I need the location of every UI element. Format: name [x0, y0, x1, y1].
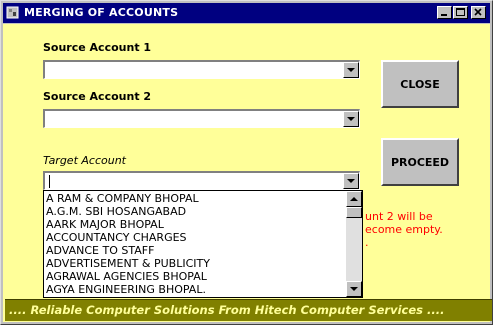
- source-account-1-label: Source Account 1: [43, 41, 152, 54]
- title-bar[interactable]: MERGING OF ACCOUNTS: [3, 3, 490, 23]
- app-icon: [6, 6, 19, 19]
- source-account-1-combo[interactable]: [43, 60, 360, 79]
- vertical-scrollbar[interactable]: [346, 191, 362, 297]
- source-account-2-label: Source Account 2: [43, 90, 152, 103]
- minimize-icon: [441, 14, 447, 16]
- form-area: Source Account 1 Source Account 2 Target…: [3, 24, 492, 322]
- dropdown-list-item[interactable]: AARK MAJOR BHOPAL: [46, 218, 346, 231]
- source-account-2-dropdown-button[interactable]: [343, 111, 359, 127]
- chevron-down-icon: [347, 68, 355, 72]
- target-account-label: Target Account: [43, 154, 126, 167]
- merge-warning-message: unt 2 will be ecome empty. .: [365, 210, 489, 249]
- chevron-down-icon: [350, 287, 358, 291]
- dropdown-list-item[interactable]: AGRAWAL AGENCIES BHOPAL: [46, 270, 346, 283]
- scroll-down-button[interactable]: [346, 281, 362, 297]
- dropdown-list-item[interactable]: ACCOUNTANCY CHARGES: [46, 231, 346, 244]
- warning-line-1: unt 2 will be: [365, 210, 433, 223]
- merge-accounts-window: MERGING OF ACCOUNTS Source Account 1 Sou…: [0, 0, 493, 325]
- maximize-button[interactable]: [453, 6, 468, 19]
- proceed-button[interactable]: PROCEED: [381, 138, 459, 186]
- dropdown-list-item[interactable]: A RAM & COMPANY BHOPAL: [46, 192, 346, 205]
- chevron-down-icon: [347, 179, 355, 183]
- maximize-icon: [456, 8, 465, 16]
- target-account-dropdown-button[interactable]: [343, 173, 359, 189]
- text-caret: [49, 175, 50, 188]
- status-bar: .... Reliable Computer Solutions From Hi…: [5, 299, 492, 321]
- dropdown-list-item[interactable]: ADVANCE TO STAFF: [46, 244, 346, 257]
- source-account-1-dropdown-button[interactable]: [343, 62, 359, 78]
- warning-line-3: .: [365, 236, 369, 249]
- close-icon: [474, 8, 482, 16]
- dropdown-list-item[interactable]: ADVERTISEMENT & PUBLICITY: [46, 257, 346, 270]
- scroll-up-button[interactable]: [346, 191, 362, 207]
- chevron-down-icon: [347, 117, 355, 121]
- chevron-up-icon: [350, 197, 358, 201]
- dropdown-items: A RAM & COMPANY BHOPAL A.G.M. SBI HOSANGA…: [46, 192, 346, 296]
- target-account-combo[interactable]: [43, 171, 360, 190]
- scroll-thumb[interactable]: [346, 207, 362, 218]
- minimize-button[interactable]: [437, 6, 452, 19]
- warning-line-2: ecome empty.: [365, 223, 443, 236]
- close-window-button[interactable]: [471, 6, 486, 19]
- dropdown-list-item[interactable]: A.G.M. SBI HOSANGABAD: [46, 205, 346, 218]
- dropdown-list-item[interactable]: AGYA ENGINEERING BHOPAL.: [46, 283, 346, 296]
- target-account-dropdown-list[interactable]: A RAM & COMPANY BHOPAL A.G.M. SBI HOSANGA…: [43, 190, 363, 298]
- window-title: MERGING OF ACCOUNTS: [24, 6, 179, 19]
- status-text: .... Reliable Computer Solutions From Hi…: [9, 303, 445, 317]
- source-account-2-combo[interactable]: [43, 109, 360, 128]
- close-button[interactable]: CLOSE: [381, 60, 459, 108]
